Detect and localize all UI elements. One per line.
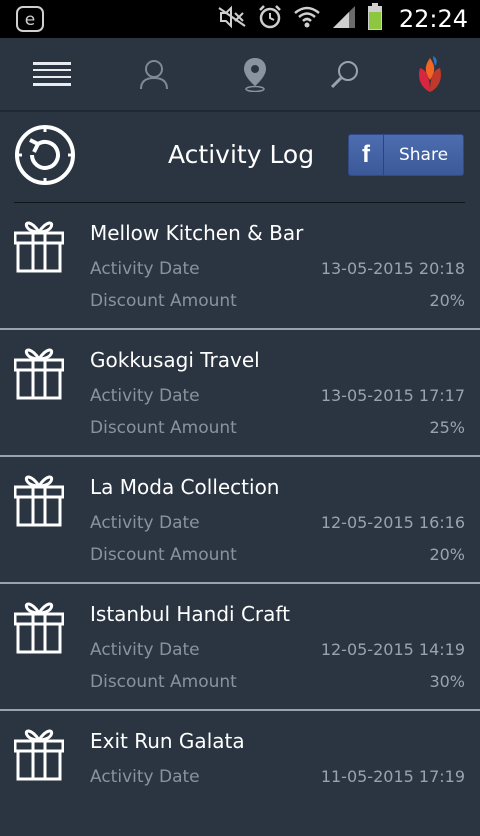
- discount-amount: 30%: [429, 672, 465, 691]
- activity-name: Mellow Kitchen & Bar: [90, 221, 304, 245]
- status-time: 22:24: [398, 5, 468, 33]
- search-icon[interactable]: [325, 54, 365, 94]
- discount-label: Discount Amount: [90, 291, 237, 311]
- activity-name: Istanbul Handi Craft: [90, 602, 290, 626]
- gift-icon: [13, 725, 65, 781]
- activity-date-label: Activity Date: [90, 386, 200, 406]
- activity-list: Mellow Kitchen & Bar Activity Date 13-05…: [0, 203, 480, 836]
- discount-amount: 25%: [429, 418, 465, 437]
- discount-label: Discount Amount: [90, 672, 237, 692]
- discount-label: Discount Amount: [90, 418, 237, 438]
- list-item[interactable]: Istanbul Handi Craft Activity Date 12-05…: [0, 584, 480, 711]
- page-title: Activity Log: [168, 140, 315, 169]
- wifi-icon: [293, 5, 321, 33]
- activity-name: Gokkusagi Travel: [90, 348, 260, 372]
- activity-date: 13-05-2015 20:18: [320, 259, 465, 278]
- menu-icon[interactable]: [32, 54, 72, 94]
- activity-date-label: Activity Date: [90, 259, 200, 279]
- activity-name: Exit Run Galata: [90, 729, 245, 753]
- share-label: Share: [398, 145, 449, 165]
- list-item[interactable]: Mellow Kitchen & Bar Activity Date 13-05…: [0, 203, 480, 330]
- activity-date: 12-05-2015 14:19: [320, 640, 465, 659]
- activity-date: 13-05-2015 17:17: [320, 386, 465, 405]
- facebook-icon: f: [349, 135, 384, 175]
- discount-amount: 20%: [429, 291, 465, 310]
- gift-icon: [13, 471, 65, 527]
- app-logo-icon[interactable]: [410, 54, 450, 94]
- facebook-share-button[interactable]: f Share: [348, 134, 464, 176]
- list-item[interactable]: Gokkusagi Travel Activity Date 13-05-201…: [0, 330, 480, 457]
- e-notification-icon: e: [16, 6, 44, 32]
- status-bar: e 22:24: [0, 0, 480, 38]
- profile-icon[interactable]: [134, 54, 174, 94]
- page-header: Activity Log f Share: [0, 112, 480, 203]
- mute-icon: [217, 5, 247, 33]
- activity-date: 11-05-2015 17:19: [320, 767, 465, 786]
- signal-icon: [331, 4, 357, 34]
- activity-date-label: Activity Date: [90, 513, 200, 533]
- activity-name: La Moda Collection: [90, 475, 280, 499]
- list-item[interactable]: La Moda Collection Activity Date 12-05-2…: [0, 457, 480, 584]
- list-item[interactable]: Exit Run Galata Activity Date 11-05-2015…: [0, 711, 480, 836]
- svg-text:e: e: [25, 10, 35, 30]
- activity-date-label: Activity Date: [90, 640, 200, 660]
- activity-date-label: Activity Date: [90, 767, 200, 787]
- battery-icon: [367, 3, 383, 35]
- top-toolbar: [0, 38, 480, 112]
- discount-label: Discount Amount: [90, 545, 237, 565]
- location-icon[interactable]: [235, 54, 275, 94]
- gift-icon: [13, 344, 65, 400]
- refresh-history-icon[interactable]: [14, 124, 76, 186]
- activity-date: 12-05-2015 16:16: [320, 513, 465, 532]
- gift-icon: [13, 598, 65, 654]
- gift-icon: [13, 217, 65, 273]
- discount-amount: 20%: [429, 545, 465, 564]
- alarm-icon: [257, 4, 283, 34]
